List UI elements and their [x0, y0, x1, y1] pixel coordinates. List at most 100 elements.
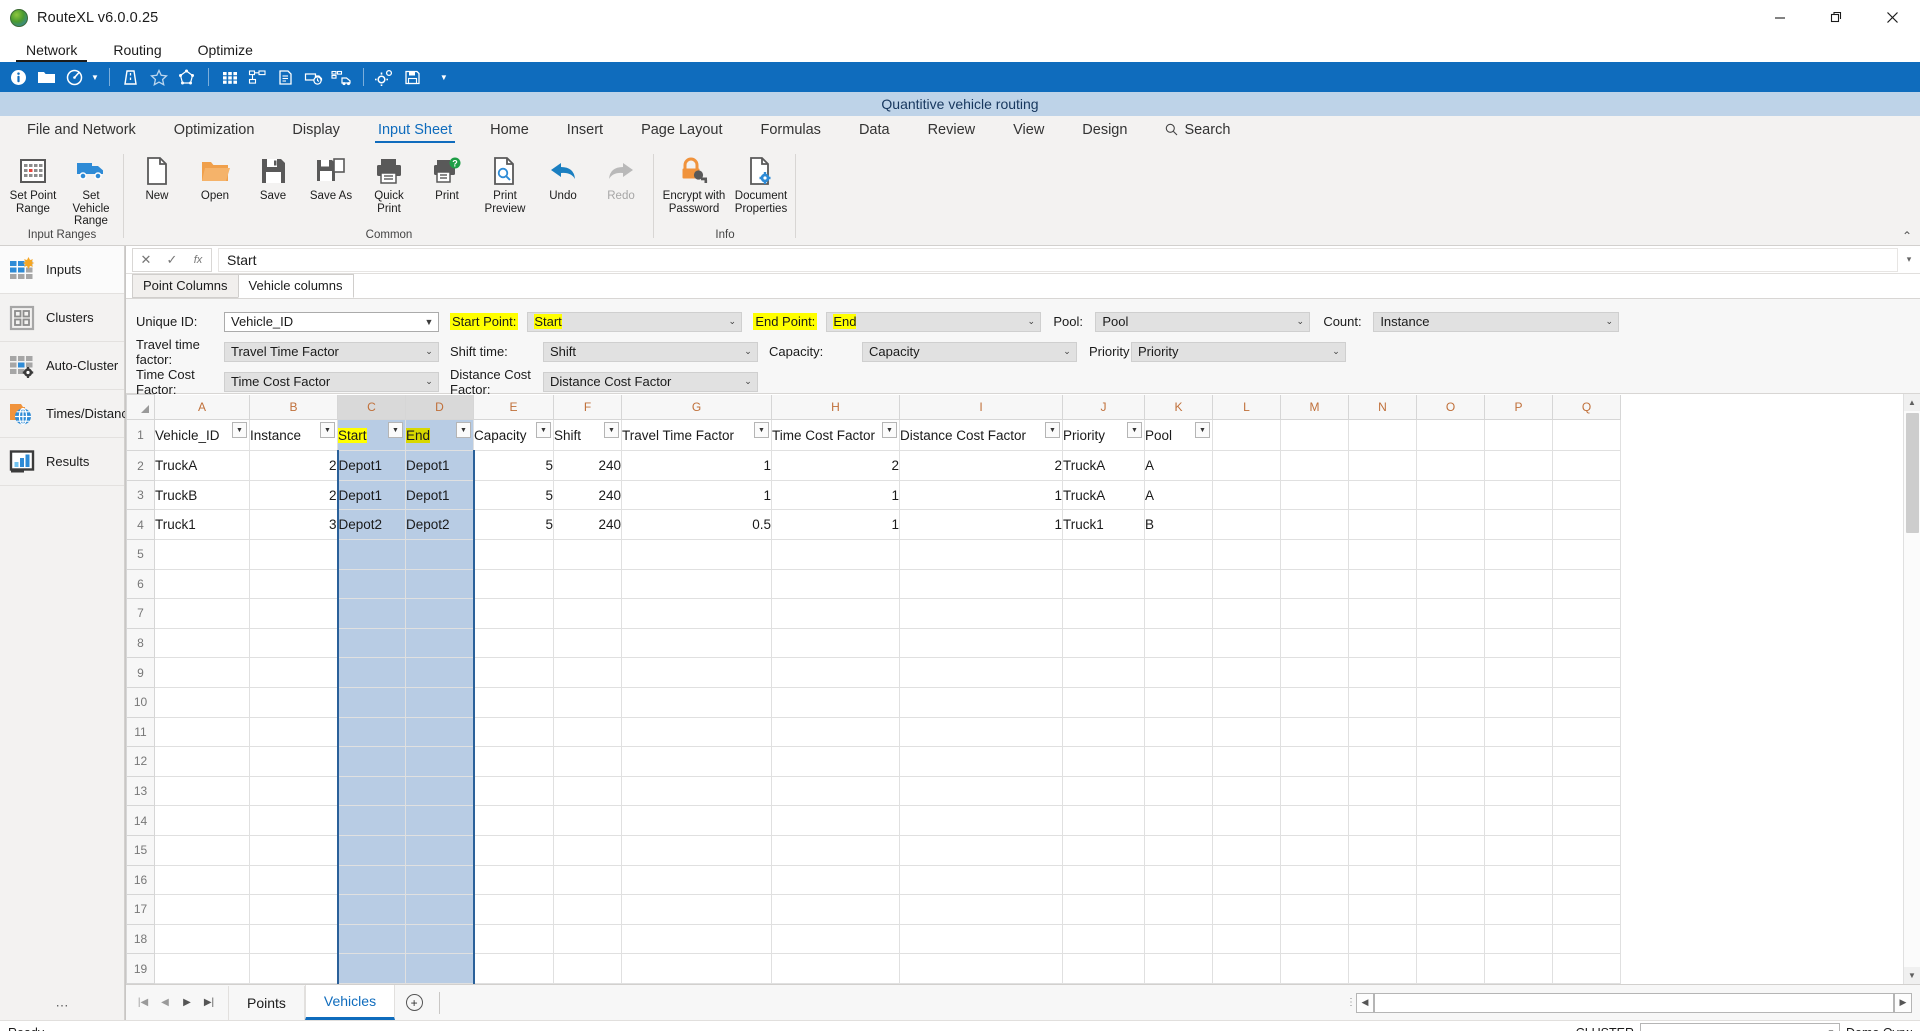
table-cell[interactable]	[771, 568, 900, 600]
table-cell[interactable]	[1552, 953, 1621, 984]
table-cell[interactable]	[899, 864, 1063, 896]
table-cell[interactable]	[1348, 539, 1417, 570]
table-row-empty[interactable]: 11	[126, 716, 1621, 748]
table-row[interactable]: 2 TruckA 2 Depot1 Depot1 5 240 1 2 2 TruckA A	[126, 450, 1621, 481]
table-cell[interactable]	[771, 598, 900, 629]
table-cell[interactable]: Depot2	[405, 509, 475, 540]
table-cell[interactable]	[405, 864, 475, 896]
table-row-empty[interactable]: 5	[126, 539, 1621, 570]
table-cell[interactable]	[553, 775, 622, 807]
table-cell[interactable]	[154, 894, 250, 925]
encrypt-with-password-button[interactable]: Encrypt with Password	[658, 151, 730, 215]
table-cell[interactable]	[1062, 568, 1145, 600]
table-cell[interactable]	[1144, 953, 1213, 984]
table-cell[interactable]	[1348, 834, 1417, 866]
scroll-right-arrow-icon[interactable]: ▶	[1894, 992, 1912, 1013]
table-cell[interactable]	[1552, 686, 1621, 718]
table-cell[interactable]	[1280, 686, 1349, 718]
table-cell[interactable]	[1212, 509, 1281, 540]
table-cell[interactable]	[1280, 450, 1349, 481]
capacity-select[interactable]: Capacity ⌄	[862, 341, 1077, 362]
table-cell[interactable]	[553, 923, 622, 955]
table-cell[interactable]	[1280, 923, 1349, 955]
column-header-j[interactable]: J	[1062, 394, 1145, 421]
table-cell[interactable]	[1144, 864, 1213, 896]
header-cell[interactable]: Distance Cost Factor ▼	[899, 419, 1063, 452]
table-cell[interactable]	[1552, 450, 1621, 481]
table-cell[interactable]	[1348, 627, 1417, 659]
table-cell[interactable]	[405, 568, 475, 600]
info-icon[interactable]	[5, 64, 31, 90]
table-cell[interactable]	[405, 598, 475, 629]
table-cell[interactable]	[1348, 923, 1417, 955]
row-header[interactable]: 10	[126, 686, 155, 718]
end-point-select[interactable]: End ⌄	[826, 311, 1042, 332]
table-cell[interactable]	[1416, 627, 1485, 659]
cluster-network-icon[interactable]	[245, 64, 271, 90]
row-header[interactable]: 18	[126, 923, 155, 955]
table-cell[interactable]	[154, 834, 250, 866]
compass-dropdown-caret-icon[interactable]: ▼	[89, 73, 101, 82]
table-cell[interactable]	[1348, 450, 1417, 481]
table-cell[interactable]	[621, 716, 772, 748]
table-cell[interactable]	[336, 775, 406, 807]
table-cell[interactable]	[621, 598, 772, 629]
table-cell[interactable]	[1144, 775, 1213, 807]
table-cell[interactable]	[553, 568, 622, 600]
table-cell[interactable]: Truck1	[1062, 509, 1145, 540]
table-cell[interactable]	[899, 598, 1063, 629]
table-cell[interactable]	[771, 627, 900, 659]
count-select[interactable]: Instance ⌄	[1373, 311, 1620, 332]
table-cell[interactable]	[1416, 598, 1485, 629]
table-cell[interactable]: Depot1	[336, 450, 406, 481]
table-cell[interactable]	[249, 568, 338, 600]
table-cell[interactable]	[1348, 894, 1417, 925]
table-cell[interactable]	[1484, 657, 1553, 688]
row-header[interactable]: 17	[126, 894, 155, 925]
table-cell[interactable]	[154, 746, 250, 777]
table-cell[interactable]: 5	[473, 450, 554, 481]
distance-cost-factor-select[interactable]: Distance Cost Factor ⌄	[543, 371, 758, 392]
table-cell[interactable]	[1484, 568, 1553, 600]
sidebar-overflow-icon[interactable]: ⋯	[0, 996, 124, 1020]
undo-button[interactable]: Undo	[534, 151, 592, 203]
table-cell[interactable]	[1280, 775, 1349, 807]
table-cell[interactable]	[1280, 716, 1349, 748]
row-header[interactable]: 14	[126, 805, 155, 836]
prev-sheet-icon[interactable]: ◀	[154, 991, 176, 1015]
table-cell[interactable]	[1144, 805, 1213, 836]
table-cell[interactable]: 240	[553, 509, 622, 540]
header-cell[interactable]: Travel Time Factor ▼	[621, 419, 772, 452]
table-cell[interactable]	[405, 923, 475, 955]
star-icon[interactable]	[146, 64, 172, 90]
last-sheet-icon[interactable]: ▶|	[198, 991, 220, 1015]
table-cell[interactable]	[1416, 953, 1485, 984]
row-header[interactable]: 16	[126, 864, 155, 896]
table-cell[interactable]	[405, 775, 475, 807]
table-cell[interactable]: 2	[771, 450, 900, 481]
redo-button[interactable]: Redo	[592, 151, 650, 203]
table-row-empty[interactable]: 8	[126, 627, 1621, 659]
table-cell[interactable]	[1280, 509, 1349, 540]
table-cell[interactable]	[336, 686, 406, 718]
priority-select[interactable]: Priority ⌄	[1131, 341, 1346, 362]
tab-view[interactable]: View	[994, 118, 1063, 144]
table-cell[interactable]	[336, 627, 406, 659]
table-cell[interactable]	[553, 716, 622, 748]
table-cell[interactable]	[1416, 450, 1485, 481]
table-cell[interactable]	[249, 746, 338, 777]
table-cell[interactable]	[1280, 746, 1349, 777]
table-cell[interactable]	[154, 716, 250, 748]
table-cell[interactable]	[621, 834, 772, 866]
table-cell[interactable]	[771, 953, 900, 984]
table-cell[interactable]	[1212, 805, 1281, 836]
table-cell[interactable]	[1552, 568, 1621, 600]
table-cell[interactable]	[1212, 598, 1281, 629]
table-cell[interactable]	[1552, 834, 1621, 866]
table-cell[interactable]	[473, 539, 554, 570]
table-cell[interactable]: 2	[899, 450, 1063, 481]
table-cell[interactable]	[1212, 568, 1281, 600]
table-cell[interactable]	[154, 805, 250, 836]
table-cell[interactable]	[1212, 657, 1281, 688]
vertical-scroll-track[interactable]	[1903, 411, 1920, 967]
